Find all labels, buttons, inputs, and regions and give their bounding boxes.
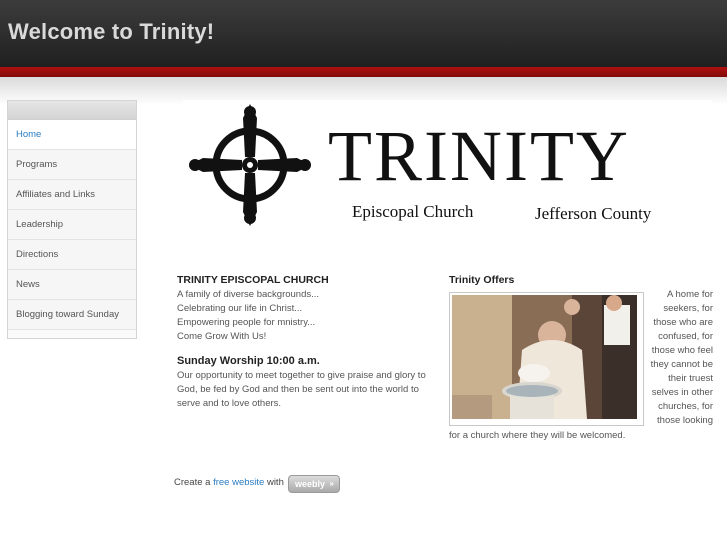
offers-line: their truest — [668, 373, 713, 384]
worship-heading: Sunday Worship 10:00 a.m. — [177, 355, 320, 367]
offers-section: Trinity Offers A home for seekers, for t… — [449, 273, 713, 441]
weebly-badge-label: weebly — [295, 479, 326, 489]
offers-last-line: for a church where they will be welcomed… — [449, 430, 626, 441]
sidebar-item-programs[interactable]: Programs — [8, 150, 136, 180]
sidebar-item-home[interactable]: Home — [8, 120, 136, 150]
logo-wordmark: TRINITY — [328, 116, 630, 196]
worship-line: serve and to love others. — [177, 398, 282, 409]
photo-image — [452, 295, 637, 419]
offers-line: they cannot be — [650, 359, 713, 370]
intro-heading: TRINITY EPISCOPAL CHURCH — [177, 274, 329, 286]
offers-line: A home for — [667, 289, 713, 300]
site-title[interactable]: Welcome to Trinity! — [8, 19, 214, 45]
arrow-right-icon: » — [329, 479, 334, 488]
worship-line: Our opportunity to meet together to give… — [177, 370, 426, 381]
offers-line: confused, for — [658, 331, 713, 342]
logo-subtitle-county: Jefferson County — [535, 204, 652, 223]
footer-suffix: with — [266, 477, 284, 488]
intro-line: A family of diverse backgrounds... — [177, 289, 320, 300]
offers-line: seekers, for — [663, 303, 713, 314]
sidebar-item-affiliates[interactable]: Affiliates and Links — [8, 180, 136, 210]
offers-line: those looking — [657, 415, 713, 426]
church-logo-banner: TRINITY Episcopal Church Jefferson Count… — [183, 100, 712, 248]
offers-line: those who feel — [651, 345, 713, 356]
offers-line: selves in other — [651, 387, 713, 398]
offers-line: those who are — [653, 317, 713, 328]
intro-section: TRINITY EPISCOPAL CHURCH A family of div… — [177, 273, 439, 411]
baptism-photo — [449, 292, 644, 426]
sidebar-nav: Home Programs Affiliates and Links Leade… — [7, 100, 137, 339]
logo-subtitle-church: Episcopal Church — [352, 202, 474, 221]
sidebar-top-bar — [8, 101, 136, 120]
footer-prefix: Create a — [174, 477, 211, 488]
offers-line: churches, for — [658, 401, 713, 412]
accent-bar — [0, 67, 727, 77]
intro-line: Empowering people for mnistry... — [177, 317, 316, 328]
footer-credit: Create a free website with — [174, 477, 284, 488]
sidebar-item-leadership[interactable]: Leadership — [8, 210, 136, 240]
site-header: Welcome to Trinity! — [0, 0, 727, 67]
sidebar-item-news[interactable]: News — [8, 270, 136, 300]
celtic-cross-icon — [189, 104, 311, 226]
sidebar-item-directions[interactable]: Directions — [8, 240, 136, 270]
offers-side-text: A home for seekers, for those who are co… — [645, 288, 713, 428]
intro-line: Celebrating our life in Christ... — [177, 303, 303, 314]
offers-heading: Trinity Offers — [449, 274, 515, 286]
weebly-badge-button[interactable]: weebly » — [288, 475, 340, 493]
worship-line: God, be fed by God and then be sent out … — [177, 384, 419, 395]
sidebar-item-blogging[interactable]: Blogging toward Sunday — [8, 300, 136, 330]
free-website-link[interactable]: free website — [213, 477, 264, 488]
intro-line: Come Grow With Us! — [177, 331, 267, 342]
